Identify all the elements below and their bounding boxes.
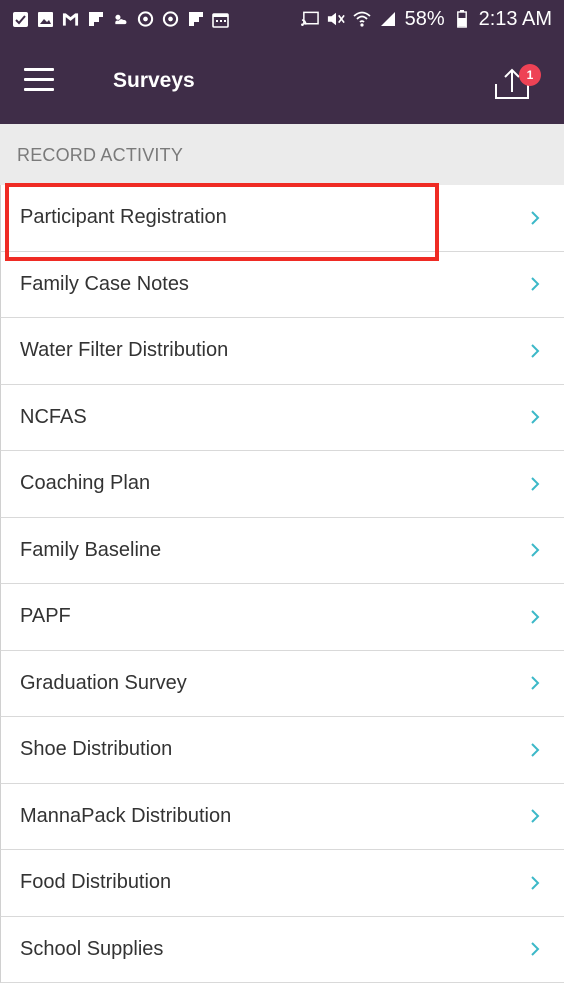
survey-label: MannaPack Distribution [20,804,232,827]
survey-label: Participant Registration [20,206,227,229]
hamburger-menu-icon[interactable] [24,68,54,92]
chevron-right-icon [531,543,540,557]
flipboard-icon-2 [187,11,204,28]
chevron-right-icon [531,477,540,491]
sync-circle-icon [137,11,154,28]
clock: 2:13 AM [478,7,552,30]
weather-icon [112,11,129,28]
survey-item-ncfas[interactable]: NCFAS [0,384,564,451]
page-title: Surveys [113,69,195,92]
chevron-right-icon [531,277,540,291]
calendar-icon [212,11,229,28]
survey-label: NCFAS [20,405,87,428]
survey-item-water-filter-distribution[interactable]: Water Filter Distribution [0,318,564,385]
checkbox-notification-icon [12,11,29,28]
chevron-right-icon [531,876,540,890]
chevron-right-icon [531,344,540,358]
battery-icon [453,10,471,28]
survey-item-mannapack-distribution[interactable]: MannaPack Distribution [0,783,564,850]
mute-icon [327,10,345,28]
survey-item-school-supplies[interactable]: School Supplies [0,916,564,983]
chevron-right-icon [531,211,540,225]
upload-count-badge: 1 [519,64,541,86]
survey-item-family-baseline[interactable]: Family Baseline [0,517,564,584]
survey-label: Water Filter Distribution [20,339,229,362]
survey-label: Shoe Distribution [20,738,173,761]
survey-label: Family Baseline [20,538,162,561]
flipboard-icon [87,11,104,28]
survey-label: School Supplies [20,937,164,960]
chevron-right-icon [531,809,540,823]
survey-item-family-case-notes[interactable]: Family Case Notes [0,251,564,318]
survey-label: Food Distribution [20,871,172,894]
chevron-right-icon [531,676,540,690]
sync-circle-icon-2 [162,11,179,28]
survey-item-shoe-distribution[interactable]: Shoe Distribution [0,717,564,784]
signal-icon [379,10,397,28]
app-bar: Surveys 1 [0,38,564,124]
survey-list: Participant Registration Family Case Not… [0,185,564,983]
chevron-right-icon [531,743,540,757]
survey-item-papf[interactable]: PAPF [0,584,564,651]
notification-icons [12,11,301,28]
system-status: 58% 2:13 AM [300,7,552,31]
wifi-icon [352,10,371,28]
section-header: RECORD ACTIVITY [0,124,564,185]
image-notification-icon [37,11,54,28]
survey-label: Coaching Plan [20,472,151,495]
upload-button[interactable]: 1 [494,60,542,102]
survey-item-participant-registration[interactable]: Participant Registration [0,185,564,252]
chevron-right-icon [531,410,540,424]
cast-icon [300,10,319,28]
survey-item-food-distribution[interactable]: Food Distribution [0,850,564,917]
battery-percent: 58% [404,7,445,30]
chevron-right-icon [531,610,540,624]
chevron-right-icon [531,942,540,956]
survey-label: Graduation Survey [20,671,187,694]
survey-item-coaching-plan[interactable]: Coaching Plan [0,451,564,518]
survey-label: Family Case Notes [20,272,189,295]
status-bar: 58% 2:13 AM [0,0,564,38]
gmail-icon [62,11,79,28]
survey-item-graduation-survey[interactable]: Graduation Survey [0,650,564,717]
survey-label: PAPF [20,605,71,628]
